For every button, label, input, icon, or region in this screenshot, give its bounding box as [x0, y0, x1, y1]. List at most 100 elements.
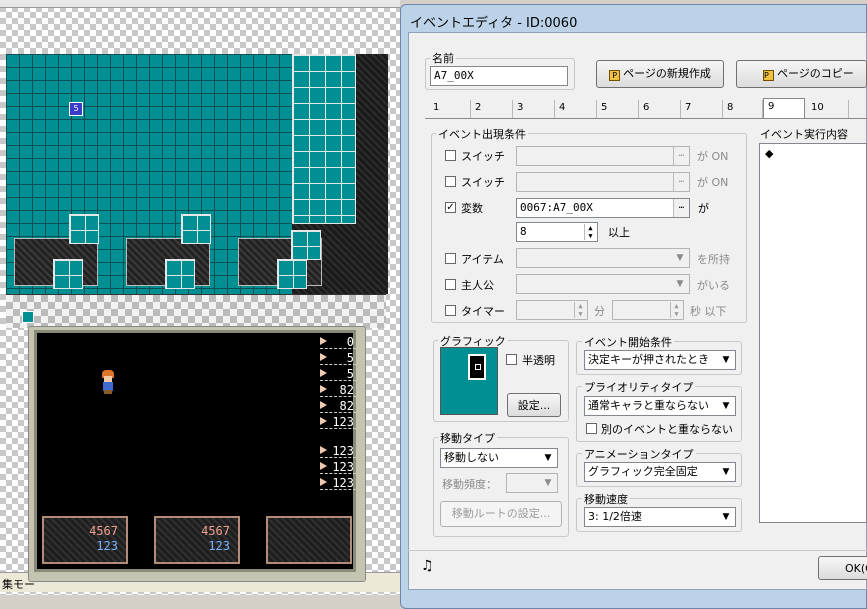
dialog-title-bar[interactable]: イベントエディタ - ID:0060	[402, 6, 867, 32]
movement-type-select[interactable]: 移動しない ▼	[440, 448, 558, 468]
preview-value: 82	[320, 383, 356, 397]
map-cursor[interactable]	[22, 311, 34, 323]
page-tab[interactable]: 1	[429, 100, 471, 118]
timer-seconds-input[interactable]: ▲ ▼	[612, 300, 684, 320]
page-tab[interactable]: 3	[513, 100, 555, 118]
chevron-down-icon: ▼	[544, 453, 552, 463]
chevron-down-icon: ▼	[544, 478, 552, 488]
copy-page-button-label: ページのコピー	[777, 67, 854, 80]
map-floor-row[interactable]	[6, 294, 386, 328]
movement-freq-select[interactable]: ▼	[506, 473, 558, 493]
copy-page-button[interactable]: P ページのコピー	[736, 60, 867, 88]
exec-label: イベント実行内容	[758, 126, 850, 142]
map-tile-block[interactable]	[69, 214, 99, 244]
animation-select[interactable]: グラフィック完全固定 ▼	[584, 462, 736, 482]
map-tile-column[interactable]	[292, 54, 356, 224]
timer-minutes-spinner[interactable]: ▲ ▼	[574, 302, 586, 318]
bottom-divider	[408, 550, 867, 551]
map-tile-block[interactable]	[291, 230, 321, 260]
trigger-select[interactable]: 決定キーが押されたとき ▼	[584, 350, 736, 370]
hero-suffix: がいる	[697, 279, 730, 292]
variable-checkbox[interactable]: ✓	[445, 202, 456, 213]
switch1-checkbox[interactable]	[445, 150, 456, 161]
timer-seconds-spinner[interactable]: ▲ ▼	[670, 302, 682, 318]
timer-minutes-input[interactable]: ▲ ▼	[516, 300, 588, 320]
party-status-box: 4567 123	[42, 516, 128, 564]
switch1-suffix: が ON	[697, 150, 729, 163]
map-editor-toolbar-edge	[0, 0, 400, 8]
variable-number: 8	[520, 225, 527, 238]
event-name-input[interactable]: A7_00X	[430, 66, 568, 86]
transparent-checkbox[interactable]	[506, 354, 517, 365]
map-tile-block[interactable]	[165, 259, 195, 289]
page-tab[interactable]: 7	[681, 100, 723, 118]
music-note-icon[interactable]: ♫	[421, 558, 434, 574]
party-status-box: 4567 123	[154, 516, 240, 564]
graphic-sprite	[468, 354, 486, 380]
name-label: 名前	[430, 50, 456, 66]
switch2-browse-button[interactable]: …	[673, 173, 689, 191]
preview-value: 5	[320, 351, 356, 365]
movement-route-button[interactable]: 移動ルートの設定...	[440, 501, 562, 527]
map-tile-block[interactable]	[181, 214, 211, 244]
chevron-down-icon: ▼	[722, 355, 730, 365]
trigger-label: イベント開始条件	[582, 334, 674, 350]
page-tab[interactable]: 2	[471, 100, 513, 118]
no-overlap-label: 別のイベントと重ならない	[601, 423, 733, 436]
ok-button[interactable]: OK(O	[818, 556, 867, 580]
chevron-down-icon: ▼	[676, 253, 684, 263]
preview-value: 123	[320, 444, 356, 458]
new-page-icon: P	[609, 70, 621, 81]
switch2-checkbox[interactable]	[445, 176, 456, 187]
speed-label: 移動速度	[582, 491, 630, 507]
transparent-label: 半透明	[522, 354, 555, 367]
switch1-label: スイッチ	[461, 150, 505, 163]
switch1-browse-button[interactable]: …	[673, 147, 689, 165]
animation-label: アニメーションタイプ	[582, 446, 696, 462]
switch1-field[interactable]: …	[516, 146, 690, 166]
movement-label: 移動タイプ	[438, 430, 497, 446]
variable-number-spinner[interactable]: ▲ ▼	[584, 224, 596, 240]
speed-select[interactable]: 3: 1/2倍速 ▼	[584, 507, 736, 527]
hero-select[interactable]: ▼	[516, 274, 690, 294]
graphic-settings-button[interactable]: 設定...	[507, 393, 561, 417]
priority-label: プライオリティタイプ	[582, 379, 696, 395]
preview-value: 123	[320, 476, 356, 490]
no-overlap-checkbox[interactable]	[586, 423, 597, 434]
switch2-field[interactable]: …	[516, 172, 690, 192]
exec-command-list[interactable]: ◆	[759, 143, 867, 523]
exec-command-item[interactable]: ◆	[760, 144, 866, 163]
timer-min-unit: 分	[594, 305, 605, 318]
map-tile-block[interactable]	[53, 259, 83, 289]
preview-value: 0	[320, 335, 356, 349]
item-select[interactable]: ▼	[516, 248, 690, 268]
page-tab[interactable]: 6	[639, 100, 681, 118]
variable-number-input[interactable]: 8 ▲ ▼	[516, 222, 598, 242]
party-hp: 4567	[89, 524, 118, 538]
party-status-box	[266, 516, 352, 564]
priority-select[interactable]: 通常キャラと重ならない ▼	[584, 396, 736, 416]
hero-label: 主人公	[461, 279, 494, 292]
new-page-button[interactable]: P ページの新規作成	[596, 60, 724, 88]
map-tile-block[interactable]	[277, 259, 307, 289]
page-tab[interactable]: 8	[723, 100, 763, 118]
page-tab[interactable]: 4	[555, 100, 597, 118]
dialog-title: イベントエディタ - ID:0060	[410, 16, 578, 31]
page-tab-active[interactable]: 9	[763, 98, 805, 118]
variable-browse-button[interactable]: …	[673, 199, 689, 217]
item-checkbox[interactable]	[445, 253, 456, 264]
chevron-down-icon: ▼	[676, 279, 684, 289]
priority-value: 通常キャラと重ならない	[588, 399, 709, 412]
chevron-down-icon: ▼	[722, 467, 730, 477]
timer-checkbox[interactable]	[445, 305, 456, 316]
variable-field[interactable]: 0067:A7_00X…	[516, 198, 690, 218]
preview-value: 123	[320, 460, 356, 474]
preview-value: 5	[320, 367, 356, 381]
conditions-label: イベント出現条件	[436, 126, 528, 142]
map-event-marker[interactable]: 5	[69, 102, 83, 116]
speed-value: 3: 1/2倍速	[588, 510, 642, 523]
page-tab[interactable]: 5	[597, 100, 639, 118]
hero-checkbox[interactable]	[445, 279, 456, 290]
page-tab[interactable]: 10	[807, 100, 849, 118]
party-hp: 4567	[201, 524, 230, 538]
